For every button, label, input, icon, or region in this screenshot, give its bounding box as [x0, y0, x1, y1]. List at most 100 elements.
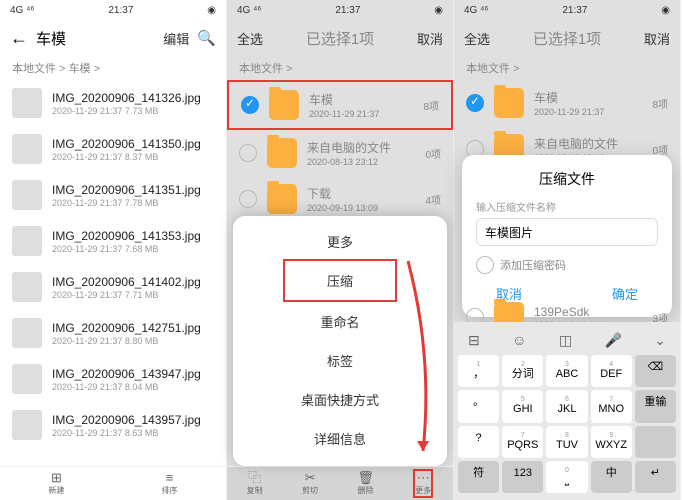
- file-name: IMG_20200906_141351.jpg: [52, 183, 214, 197]
- key[interactable]: 1，: [458, 355, 499, 387]
- key[interactable]: ?: [458, 426, 499, 458]
- list-item[interactable]: IMG_20200906_141353.jpg2020-11-29 21:37 …: [0, 218, 226, 264]
- key[interactable]: ↵: [635, 461, 676, 493]
- file-name: IMG_20200906_141326.jpg: [52, 91, 214, 105]
- status-bar: 4G ⁴⁶ 21:37 ◉: [0, 0, 226, 20]
- list-item[interactable]: 车模2020-11-29 21:378项: [454, 80, 680, 126]
- compress-dialog: 压缩文件 输入压缩文件名称 添加压缩密码 取消 确定: [462, 155, 672, 317]
- kb-mic-icon[interactable]: 🎤: [604, 332, 621, 349]
- bb-更多[interactable]: ⋯更多: [413, 469, 433, 498]
- back-icon[interactable]: ←: [10, 28, 28, 49]
- list-item[interactable]: IMG_20200906_141402.jpg2020-11-29 21:37 …: [0, 264, 226, 310]
- status-bar: 4G ⁴⁶ 21:37 ◉: [454, 0, 680, 20]
- page-title: 已选择1项: [271, 28, 409, 49]
- key[interactable]: 9WXYZ: [591, 426, 632, 458]
- bb-复制[interactable]: ⿻复制: [247, 471, 263, 496]
- list-item[interactable]: IMG_20200906_143947.jpg2020-11-29 21:37 …: [0, 356, 226, 402]
- kb-expand-icon[interactable]: ⌄: [654, 332, 666, 349]
- thumbnail: [12, 180, 42, 210]
- breadcrumb[interactable]: 本地文件 >: [227, 56, 453, 80]
- cancel-button[interactable]: 取消: [417, 29, 443, 48]
- file-name: IMG_20200906_142751.jpg: [52, 321, 214, 335]
- checkbox-icon[interactable]: [466, 94, 484, 112]
- thumbnail: [12, 134, 42, 164]
- folder-icon: [269, 90, 299, 120]
- page-title: 已选择1项: [498, 28, 636, 49]
- key[interactable]: 2分词: [502, 355, 543, 387]
- thumbnail: [12, 88, 42, 118]
- checkbox-icon[interactable]: [239, 144, 257, 162]
- key[interactable]: 。: [458, 390, 499, 422]
- bb-剪切[interactable]: ✂剪切: [302, 471, 318, 496]
- header: 全选 已选择1项 取消: [454, 20, 680, 56]
- key[interactable]: [635, 426, 676, 458]
- file-meta: 2020-11-29 21:37 8.63 MB: [52, 428, 214, 438]
- key[interactable]: 4DEF: [591, 355, 632, 387]
- list-item[interactable]: IMG_20200906_141350.jpg2020-11-29 21:37 …: [0, 126, 226, 172]
- file-meta: 2020-11-29 21:37 7.71 MB: [52, 290, 214, 300]
- checkbox-icon[interactable]: [241, 96, 259, 114]
- input-label: 输入压缩文件名称: [476, 199, 658, 214]
- file-meta: 2020-11-29 21:37 8.80 MB: [52, 336, 214, 346]
- kb-tool-icon[interactable]: ◫: [559, 332, 572, 349]
- list-item[interactable]: IMG_20200906_142751.jpg2020-11-29 21:37 …: [0, 310, 226, 356]
- kb-collapse-icon[interactable]: ⊟: [468, 332, 480, 349]
- key[interactable]: 6JKL: [546, 390, 587, 422]
- file-name: IMG_20200906_141353.jpg: [52, 229, 214, 243]
- search-icon[interactable]: 🔍: [197, 29, 216, 47]
- list-item[interactable]: 来自电脑的文件2020-08-13 23:120项: [227, 130, 453, 176]
- filename-input[interactable]: [476, 218, 658, 246]
- more-sheet: 更多 压缩重命名标签桌面快捷方式详细信息: [233, 216, 447, 466]
- folder-icon: [494, 88, 524, 118]
- phone-3: 4G ⁴⁶ 21:37 ◉ 全选 已选择1项 取消 本地文件 > 车模2020-…: [454, 0, 681, 500]
- file-meta: 2020-11-29 21:37 7.73 MB: [52, 106, 214, 116]
- key[interactable]: 5GHI: [502, 390, 543, 422]
- sheet-item-重命名[interactable]: 重命名: [233, 302, 447, 341]
- key[interactable]: 3ABC: [546, 355, 587, 387]
- file-name: IMG_20200906_141350.jpg: [52, 137, 214, 151]
- key[interactable]: 7MNO: [591, 390, 632, 422]
- list-item[interactable]: IMG_20200906_143957.jpg2020-11-29 21:37 …: [0, 402, 226, 448]
- cancel-button[interactable]: 取消: [644, 29, 670, 48]
- sheet-item-详细信息[interactable]: 详细信息: [233, 419, 447, 458]
- thumbnail: [12, 272, 42, 302]
- list-item[interactable]: 车模2020-11-29 21:378项: [227, 80, 453, 130]
- bottom-bar: ⿻复制 ✂剪切 🗑删除 ⋯更多: [227, 466, 453, 500]
- password-option[interactable]: 添加压缩密码: [476, 256, 658, 274]
- keyboard: ⊟ ☺ ◫ 🎤 ⌄ 1，2分词3ABC4DEF⌫ 。5GHI6JKL7MNO重输?…: [454, 322, 680, 500]
- status-bar: 4G ⁴⁶ 21:37 ◉: [227, 0, 453, 20]
- key[interactable]: 123: [502, 461, 543, 493]
- edit-button[interactable]: 编辑: [163, 29, 189, 48]
- kb-emoji-icon[interactable]: ☺: [512, 332, 526, 349]
- key[interactable]: 重输: [635, 390, 676, 422]
- bottom-bar: ⊞新建 ≡排序: [0, 466, 226, 500]
- checkbox-icon[interactable]: [476, 256, 494, 274]
- select-all-button[interactable]: 全选: [237, 29, 263, 48]
- bb-删除[interactable]: 🗑删除: [357, 471, 374, 496]
- key[interactable]: 7PQRS: [502, 426, 543, 458]
- key[interactable]: ⌫: [635, 355, 676, 387]
- select-all-button[interactable]: 全选: [464, 29, 490, 48]
- breadcrumb[interactable]: 本地文件 > 车模 >: [0, 56, 226, 80]
- sheet-item-压缩[interactable]: 压缩: [283, 259, 397, 302]
- header: 全选 已选择1项 取消: [227, 20, 453, 56]
- bb-排序[interactable]: ≡排序: [162, 471, 178, 496]
- folder-icon: [267, 138, 297, 168]
- sheet-item-标签[interactable]: 标签: [233, 341, 447, 380]
- breadcrumb[interactable]: 本地文件 >: [454, 56, 680, 80]
- file-name: IMG_20200906_143947.jpg: [52, 367, 214, 381]
- bb-新建[interactable]: ⊞新建: [49, 471, 65, 496]
- checkbox-icon[interactable]: [239, 190, 257, 208]
- sheet-item-桌面快捷方式[interactable]: 桌面快捷方式: [233, 380, 447, 419]
- key[interactable]: 中: [591, 461, 632, 493]
- list-item[interactable]: IMG_20200906_141326.jpg2020-11-29 21:37 …: [0, 80, 226, 126]
- file-meta: 2020-11-29 21:37 7.68 MB: [52, 244, 214, 254]
- key[interactable]: 8TUV: [546, 426, 587, 458]
- thumbnail: [12, 226, 42, 256]
- key[interactable]: 符: [458, 461, 499, 493]
- list-item[interactable]: IMG_20200906_141351.jpg2020-11-29 21:37 …: [0, 172, 226, 218]
- key[interactable]: 0⎵: [546, 461, 587, 493]
- page-title: 车模: [36, 28, 155, 49]
- thumbnail: [12, 410, 42, 440]
- file-meta: 2020-11-29 21:37 8.04 MB: [52, 382, 214, 392]
